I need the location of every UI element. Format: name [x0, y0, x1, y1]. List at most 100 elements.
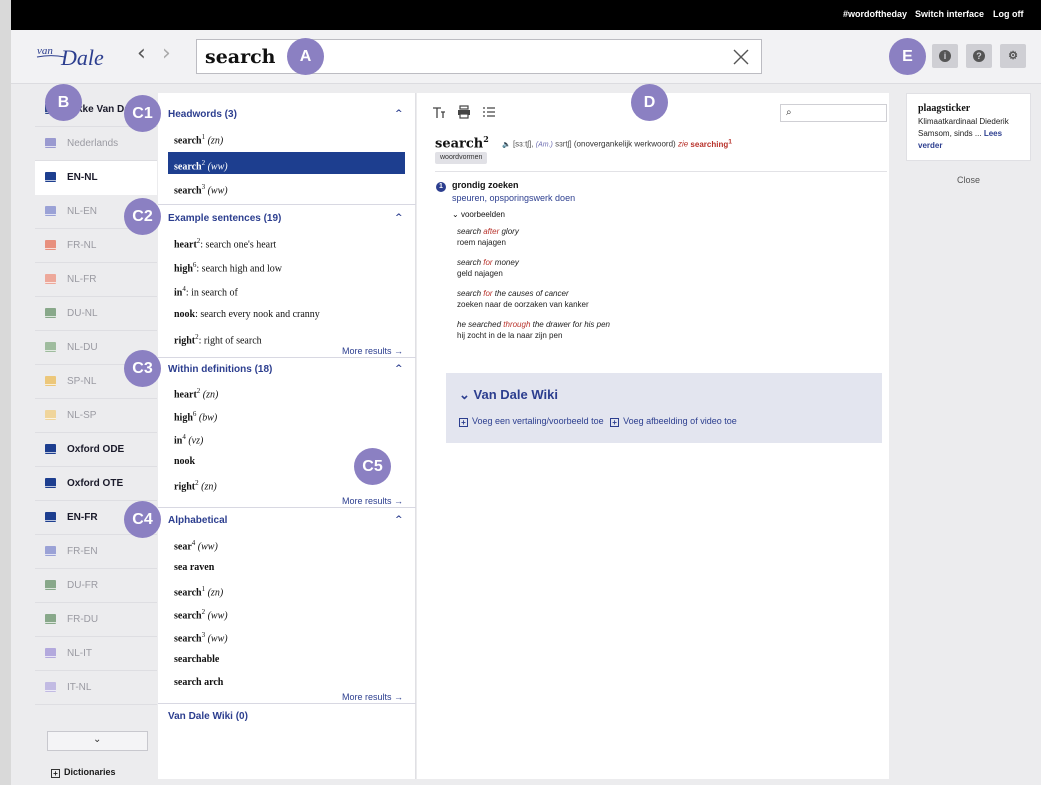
- chevron-up-icon[interactable]: ^: [395, 515, 403, 525]
- sidebar-item-label: IT-NL: [67, 682, 92, 693]
- result-item[interactable]: high6: search high and low: [174, 261, 282, 274]
- example-translation: zoeken naar de oorzaken van kanker: [457, 300, 589, 309]
- result-item[interactable]: in4: in search of: [174, 285, 238, 298]
- result-item[interactable]: right2: right of search: [174, 333, 262, 346]
- logoff-link[interactable]: Log off: [993, 9, 1024, 19]
- word-of-the-day-card[interactable]: plaagsticker Klimaatkardinaal Diederik S…: [906, 93, 1031, 161]
- example-item: he searched through the drawer for his p…: [457, 320, 611, 340]
- help-button[interactable]: ?: [966, 44, 992, 68]
- example-translation: roem najagen: [457, 238, 506, 247]
- divider: [158, 507, 416, 508]
- gear-icon: ⚙: [1008, 50, 1018, 62]
- print-icon[interactable]: [457, 105, 471, 119]
- headwords-header[interactable]: Headwords (3): [168, 109, 237, 120]
- dictionary-icon: [45, 478, 56, 488]
- chevron-up-icon[interactable]: ^: [395, 364, 403, 374]
- result-item[interactable]: in4 (vz): [174, 433, 203, 446]
- result-item[interactable]: search arch: [174, 677, 223, 688]
- search-icon: ⌕: [786, 107, 792, 118]
- vandale-logo[interactable]: van Dale: [35, 41, 127, 71]
- result-item[interactable]: search1 (zn): [174, 585, 223, 598]
- sidebar-item-label: EN-NL: [67, 172, 98, 183]
- add-translation-button[interactable]: + Voeg een vertaling/voorbeeld toe: [459, 416, 604, 427]
- result-item[interactable]: sear4 (ww): [174, 539, 218, 552]
- sense-definition: grondig zoeken: [452, 180, 519, 190]
- search-input[interactable]: [205, 43, 705, 71]
- info-button[interactable]: i: [932, 44, 958, 68]
- switch-interface-link[interactable]: Switch interface: [915, 9, 984, 19]
- sidebar-item[interactable]: DU-NL: [35, 297, 157, 331]
- back-button[interactable]: ‹: [137, 43, 146, 65]
- sidebar-item-label: NL-IT: [67, 648, 92, 659]
- sidebar-item-label: NL-SP: [67, 410, 97, 421]
- sidebar-item[interactable]: FR-DU: [35, 603, 157, 637]
- forward-button[interactable]: ›: [162, 43, 171, 65]
- word-forms-tag[interactable]: woordvormen: [435, 152, 488, 164]
- sidebar-item[interactable]: DU-FR: [35, 569, 157, 603]
- dictionary-icon: [45, 274, 56, 284]
- result-item[interactable]: search2 (ww): [174, 608, 228, 621]
- list-icon[interactable]: [482, 105, 496, 119]
- result-item[interactable]: search3 (ww): [174, 183, 228, 196]
- settings-button[interactable]: ⚙: [1000, 44, 1026, 68]
- help-icon: ?: [973, 50, 985, 62]
- entry-search-input[interactable]: [799, 107, 883, 119]
- wiki-box: ⌄ Van Dale Wiki + Voeg een vertaling/voor…: [446, 373, 882, 443]
- entry-grammar: (onovergankelijk werkwoord): [573, 139, 676, 149]
- text-size-icon[interactable]: [432, 105, 446, 119]
- dictionary-icon: [45, 546, 56, 556]
- search-box: [196, 39, 762, 74]
- more-results-link[interactable]: More results →: [342, 692, 403, 702]
- wiki-results-header[interactable]: Van Dale Wiki (0): [168, 711, 248, 722]
- examples-toggle[interactable]: ⌄ voorbeelden: [452, 210, 505, 219]
- result-item[interactable]: search2 (ww): [168, 152, 405, 174]
- sidebar-item[interactable]: FR-EN: [35, 535, 157, 569]
- result-item[interactable]: heart2 (zn): [174, 387, 218, 400]
- more-results-link[interactable]: More results →: [342, 346, 403, 356]
- entry-headword: search2: [435, 134, 489, 152]
- result-item[interactable]: searchable: [174, 654, 219, 665]
- wiki-title[interactable]: ⌄ Van Dale Wiki: [459, 387, 558, 403]
- sidebar-item-label: FR-EN: [67, 546, 98, 557]
- dictionary-icon: [45, 512, 56, 522]
- chevron-up-icon[interactable]: ^: [395, 109, 403, 119]
- dictionaries-label: Dictionaries: [64, 767, 116, 777]
- result-item[interactable]: high6 (bw): [174, 410, 217, 423]
- alphabetical-header[interactable]: Alphabetical: [168, 515, 227, 526]
- result-item[interactable]: nook: [174, 456, 195, 467]
- more-results-link[interactable]: More results →: [342, 496, 403, 506]
- speaker-icon[interactable]: 🔈: [502, 142, 511, 149]
- sidebar-item[interactable]: EN-NL: [35, 161, 157, 195]
- sidebar-item[interactable]: Oxford OTE: [35, 467, 157, 501]
- sidebar-item[interactable]: NL-FR: [35, 263, 157, 297]
- close-button[interactable]: Close: [957, 175, 980, 185]
- dictionaries-button[interactable]: + Dictionaries: [51, 767, 116, 778]
- result-item[interactable]: sea raven: [174, 562, 214, 573]
- sidebar-item[interactable]: NL-SP: [35, 399, 157, 433]
- sidebar-item[interactable]: Nederlands: [35, 127, 157, 161]
- sidebar-item[interactable]: IT-NL: [35, 671, 157, 705]
- wordoftheday-link[interactable]: #wordoftheday: [843, 9, 907, 19]
- sidebar-item-label: SP-NL: [67, 376, 97, 387]
- example-sentences-header[interactable]: Example sentences (19): [168, 213, 281, 224]
- marker-e: E: [889, 38, 926, 75]
- result-item[interactable]: heart2: search one's heart: [174, 237, 276, 250]
- sidebar-item[interactable]: NL-IT: [35, 637, 157, 671]
- result-item[interactable]: search3 (ww): [174, 631, 228, 644]
- clear-icon[interactable]: [731, 47, 751, 67]
- sidebar-item[interactable]: Oxford ODE: [35, 433, 157, 467]
- add-image-button[interactable]: + Voeg afbeelding of video toe: [610, 416, 737, 427]
- result-item[interactable]: right2 (zn): [174, 479, 217, 492]
- result-item[interactable]: nook: search every nook and cranny: [174, 309, 320, 320]
- sense-synonyms[interactable]: speuren, opsporingswerk doen: [452, 193, 575, 203]
- crossref-link[interactable]: searching1: [690, 138, 732, 149]
- sidebar-scroll-button[interactable]: ⌄: [47, 731, 148, 751]
- wotd-word: plaagsticker: [918, 103, 971, 114]
- result-item[interactable]: search1 (zn): [174, 133, 223, 146]
- sidebar-item-label: FR-DU: [67, 614, 99, 625]
- entry-pronunciation: 🔈 [sɜːtʃ], (Am.) sɜrtʃ] (onovergankelijk…: [502, 138, 732, 149]
- top-bar: #wordoftheday Switch interface Log off: [11, 0, 1041, 30]
- sidebar-item-label: DU-FR: [67, 580, 99, 591]
- within-definitions-header[interactable]: Within definitions (18): [168, 364, 272, 375]
- chevron-up-icon[interactable]: ^: [395, 213, 403, 223]
